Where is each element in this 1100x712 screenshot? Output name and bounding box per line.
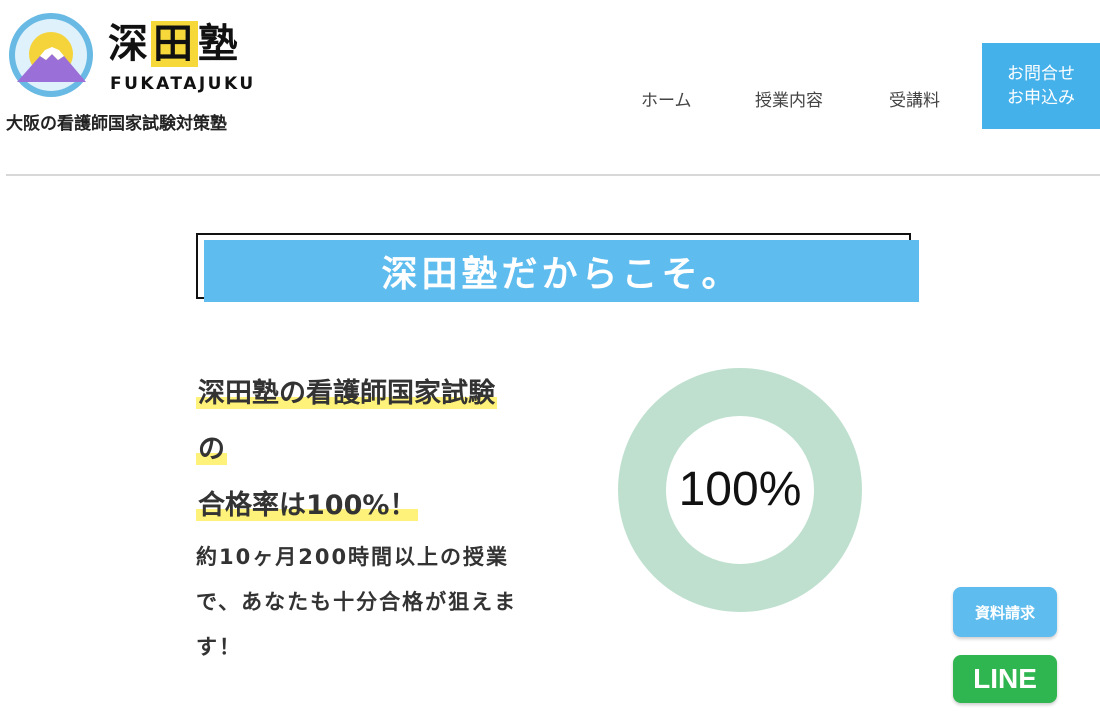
line-button[interactable]: LINE [953, 655, 1057, 703]
contact-label: お問合せ [1007, 64, 1075, 84]
heading-line-3: 合格率は100%！ [196, 490, 419, 521]
header-divider [6, 174, 1100, 176]
mount-fuji-logo-icon[interactable] [8, 12, 94, 98]
logo-subtitle: FUKATAJUKU [110, 74, 256, 94]
pass-rate-label: 100% [678, 463, 802, 516]
contact-apply-button[interactable]: お問合せ お申込み [982, 43, 1100, 129]
section-banner: 深田塾だからこそ。 [204, 240, 919, 302]
nav-home-link[interactable]: ホーム [641, 86, 692, 111]
pass-rate-heading: 深田塾の看護師国家試験 の 合格率は100%！ [196, 366, 576, 534]
heading-line-2: の [196, 434, 227, 465]
banner-title: 深田塾だからこそ。 [381, 254, 742, 295]
nav-fee-link[interactable]: 受講料 [889, 86, 940, 111]
course-description: 約10ヶ月200時間以上の授業で、あなたも十分合格が狙えます！ [196, 545, 518, 659]
document-request-button[interactable]: 資料請求 [953, 587, 1057, 637]
site-tagline: 大阪の看護師国家試験対策塾 [6, 114, 227, 134]
apply-label: お申込み [1007, 88, 1075, 108]
heading-line-1: 深田塾の看護師国家試験 [196, 378, 497, 409]
nav-course-link[interactable]: 授業内容 [755, 86, 823, 111]
logo-title-highlight: 田 [151, 21, 198, 67]
logo-title[interactable]: 深田塾 [108, 20, 241, 68]
